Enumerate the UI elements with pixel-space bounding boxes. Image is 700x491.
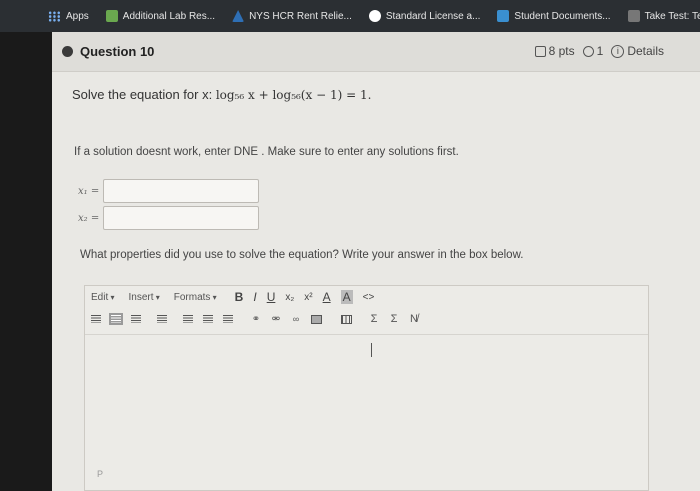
documents-bookmark-icon [497,10,510,22]
info-icon: i [611,44,625,58]
question-meta: 8 pts 1 i Details [534,44,664,58]
highlight-color-button[interactable]: A [340,290,353,304]
answer-row-x1: x₁ = [78,179,260,203]
image-button[interactable] [309,313,323,325]
details-link[interactable]: i Details [611,44,664,58]
retry-icon [582,45,594,57]
points-label: 8 pts [548,44,575,58]
align-center-button[interactable] [109,313,123,325]
bookmark-label: Additional Lab Res... [122,10,216,22]
bookmark-standard-license[interactable]: Standard License a... [361,0,490,32]
outdent-button[interactable] [201,313,215,325]
x1-label: x₁ = [78,185,100,197]
canvas-bookmark-icon [105,10,118,22]
bullet-list-button[interactable] [155,313,169,325]
align-left-button[interactable] [89,313,103,325]
equation: log₅₆ x + log₅₆(x − 1) = 1. [215,88,372,102]
align-left-icon [91,315,101,323]
underline-button[interactable]: U [267,290,276,304]
numbered-list-icon [183,315,193,323]
equation-button[interactable]: Σ [387,313,401,325]
text-caret [371,343,372,357]
question-page: Question 10 8 pts 1 i Details Solve the … [52,32,700,491]
bookmark-nys-hcr[interactable]: NYS HCR Rent Relie... [224,0,361,32]
bookmark-label: Apps [66,10,89,22]
license-bookmark-icon [368,10,381,22]
attempts-count: 1 [596,44,604,58]
question-prompt: Solve the equation for x: log₅₆ x + log₅… [72,87,371,102]
superscript-button[interactable]: x² [304,292,312,303]
editor-text-area[interactable]: P [85,334,648,490]
x2-answer-input[interactable] [103,206,260,230]
link-icon: ⚭ [251,313,261,325]
outdent-icon [203,315,213,323]
answer-row-x2: x₂ = [78,206,260,230]
details-label: Details [627,44,664,58]
chemistry-button[interactable]: N̸ [407,313,421,325]
bookmarks-bar: Apps Additional Lab Res... NYS HCR Rent … [0,0,700,32]
bookmark-label: NYS HCR Rent Relie... [249,10,352,22]
prompt-lead: Solve the equation for x: [72,87,216,102]
bold-button[interactable]: B [235,290,244,304]
unlink-button[interactable]: ⚮ [269,313,283,325]
editor-toolbar-2: ⚭ ⚮ ∞ Σ Σ N̸ [85,308,648,330]
special-char-icon: ∞ [292,314,300,324]
menu-insert[interactable]: Insert [128,292,159,303]
checkbox-icon [534,45,546,57]
bookmark-apps[interactable]: Apps [40,0,98,32]
image-icon [310,314,322,324]
source-code-button[interactable]: <> [363,292,375,303]
apps-grid-icon [48,10,61,22]
indent-button[interactable] [221,313,235,325]
unlink-icon: ⚮ [271,313,281,325]
question-status-icon [62,46,73,57]
bookmark-label: Take Test: Te [644,10,700,22]
link-button[interactable]: ⚭ [249,313,263,325]
editor-menubar: Edit Insert Formats B I U x₂ x² A A <> [85,286,648,308]
properties-prompt: What properties did you use to solve the… [80,249,524,261]
bookmark-label: Student Documents... [514,10,611,22]
table-icon [340,314,352,324]
format-buttons: B I U x₂ x² A A <> [235,290,375,304]
x2-label: x₂ = [78,212,100,224]
instruction-note: If a solution doesnt work, enter DNE . M… [74,146,459,158]
question-title: Question 10 [80,44,155,59]
nys-bookmark-icon [232,10,245,22]
table-button[interactable] [339,313,353,325]
rich-text-editor: Edit Insert Formats B I U x₂ x² A A <> ⚭ [84,285,649,491]
align-right-icon [131,315,141,323]
bookmark-take-test[interactable]: Take Test: Te [620,0,700,32]
points-badge: 8 pts [534,44,575,58]
menu-edit[interactable]: Edit [91,292,114,303]
test-bookmark-icon [627,10,640,22]
bullet-list-icon [157,315,167,323]
special-char-button[interactable]: ∞ [289,313,303,325]
indent-icon [223,315,233,323]
math-sigma-button[interactable]: Σ [367,313,381,325]
x1-answer-input[interactable] [103,179,260,203]
align-center-icon [111,315,121,323]
bookmark-label: Standard License a... [385,10,481,22]
menu-formats[interactable]: Formats [174,292,217,303]
bookmark-additional-lab[interactable]: Additional Lab Res... [98,0,224,32]
text-color-button[interactable]: A [323,290,331,304]
numbered-list-button[interactable] [181,313,195,325]
subscript-button[interactable]: x₂ [285,292,294,303]
align-right-button[interactable] [129,313,143,325]
question-header: Question 10 8 pts 1 i Details [52,32,700,72]
italic-button[interactable]: I [253,290,256,304]
bookmark-student-documents[interactable]: Student Documents... [489,0,619,32]
attempts-badge: 1 [582,44,604,58]
editor-path-label: P [97,469,104,479]
